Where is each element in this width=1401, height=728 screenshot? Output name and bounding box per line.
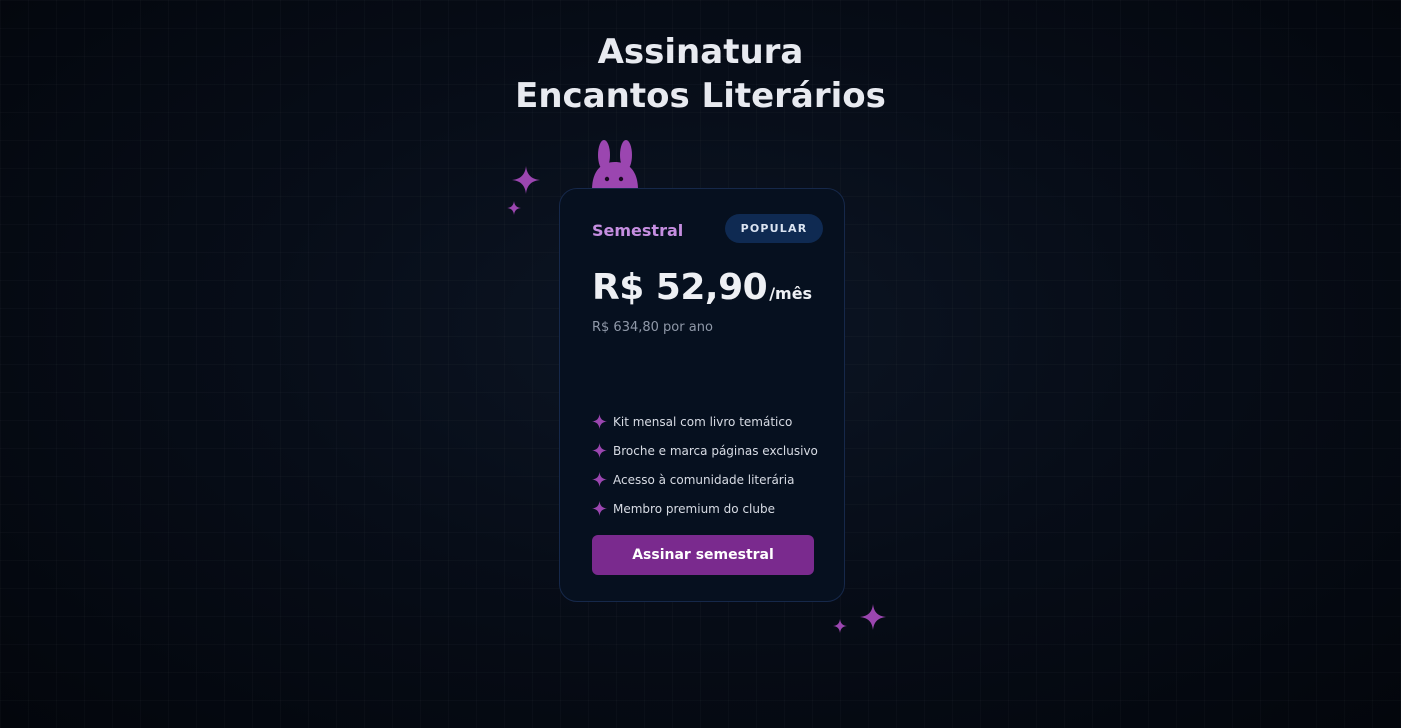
feature-label: Acesso à comunidade literária [613, 472, 795, 487]
feature-label: Broche e marca páginas exclusivo [613, 443, 818, 458]
annual-price-note: R$ 634,80 por ano [592, 320, 713, 335]
sparkle-icon [507, 201, 521, 215]
sparkle-icon [592, 443, 607, 458]
page-title-line2: Encantos Literários [515, 76, 886, 116]
price-period: /mês [769, 284, 813, 303]
feature-item: Kit mensal com livro temático [592, 407, 818, 436]
feature-label: Kit mensal com livro temático [613, 414, 793, 429]
feature-item: Broche e marca páginas exclusivo [592, 436, 818, 465]
plan-name: Semestral [592, 221, 684, 240]
feature-item: Acesso à comunidade literária [592, 465, 818, 494]
feature-label: Membro premium do clube [613, 501, 775, 516]
page-title: Assinatura Encantos Literários [0, 30, 1401, 118]
sparkle-icon [592, 501, 607, 516]
bunny-icon [592, 140, 638, 190]
sparkle-icon [592, 414, 607, 429]
feature-item: Membro premium do clube [592, 494, 818, 523]
price-value: R$ 52,90 [592, 267, 768, 308]
subscribe-button[interactable]: Assinar semestral [592, 535, 814, 575]
pricing-card: Semestral POPULAR R$ 52,90/mês R$ 634,80… [559, 188, 845, 602]
sparkle-icon [512, 166, 540, 194]
popular-badge: POPULAR [725, 214, 823, 243]
sparkle-icon [833, 619, 847, 633]
sparkle-icon [860, 604, 886, 630]
price-row: R$ 52,90/mês [592, 267, 812, 308]
page-title-line1: Assinatura [597, 32, 804, 72]
sparkle-icon [592, 472, 607, 487]
feature-list: Kit mensal com livro temático Broche e m… [592, 407, 818, 523]
